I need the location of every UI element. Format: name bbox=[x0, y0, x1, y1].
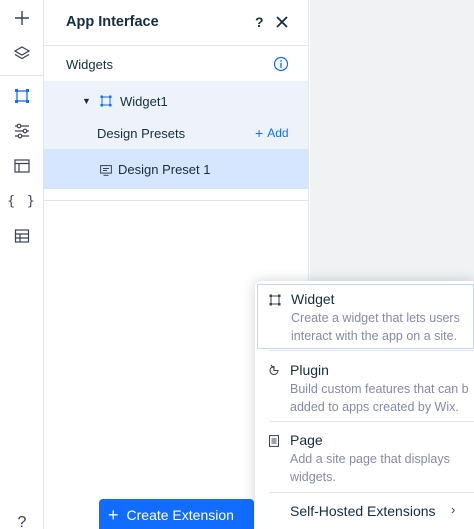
widget-icon bbox=[269, 293, 281, 306]
widget-icon bbox=[100, 94, 112, 107]
info-icon[interactable] bbox=[273, 56, 289, 72]
widgets-section-header: Widgets bbox=[44, 48, 308, 81]
design-preset-1-label: Design Preset 1 bbox=[118, 161, 211, 177]
sliders-icon[interactable] bbox=[0, 113, 44, 149]
menu-item-desc: Create a widget that lets users bbox=[291, 311, 460, 325]
tree-item-design-preset-1[interactable]: Design Preset 1 bbox=[44, 149, 308, 189]
menu-item-page[interactable]: Page Add a site page that displays widge… bbox=[255, 426, 474, 490]
menu-item-desc: interact with the app on a site. bbox=[291, 329, 458, 343]
menu-item-title: Widget bbox=[291, 291, 335, 307]
divider bbox=[269, 492, 474, 493]
design-presets-header: Design Presets + Add bbox=[44, 118, 308, 148]
page-icon bbox=[268, 434, 280, 447]
preset-icon bbox=[100, 163, 112, 176]
menu-item-title: Self-Hosted Extensions bbox=[290, 503, 436, 519]
create-extension-menu: Widget Create a widget that lets users i… bbox=[255, 281, 474, 529]
help-icon[interactable]: ? bbox=[0, 505, 44, 529]
divider bbox=[269, 350, 474, 351]
caret-down-icon[interactable]: ▼ bbox=[82, 96, 91, 106]
widget-crop-icon[interactable] bbox=[0, 78, 44, 114]
plus-icon: + bbox=[255, 125, 264, 141]
menu-item-plugin[interactable]: Plugin Build custom features that can b … bbox=[255, 354, 474, 420]
menu-item-widget[interactable]: Widget Create a widget that lets users i… bbox=[257, 284, 474, 349]
plugin-icon bbox=[268, 363, 280, 376]
menu-item-desc: added to apps created by Wix. bbox=[290, 400, 459, 414]
left-toolbar: { } ? bbox=[0, 0, 44, 529]
close-icon[interactable] bbox=[275, 15, 289, 29]
widgets-label: Widgets bbox=[66, 57, 113, 72]
plus-icon[interactable] bbox=[0, 0, 44, 36]
create-extension-button[interactable]: + Create Extension bbox=[99, 499, 254, 529]
layers-icon[interactable] bbox=[0, 35, 44, 71]
table-icon[interactable] bbox=[0, 218, 44, 254]
plus-icon: + bbox=[108, 505, 119, 525]
panel-title: App Interface bbox=[66, 14, 159, 30]
create-extension-label: Create Extension bbox=[126, 507, 234, 523]
add-label: Add bbox=[267, 126, 289, 140]
menu-item-title: Plugin bbox=[290, 362, 329, 378]
chevron-right-icon: › bbox=[451, 502, 456, 517]
window-icon[interactable] bbox=[0, 148, 44, 184]
menu-item-self-hosted-extensions[interactable]: Self-Hosted Extensions › bbox=[255, 496, 474, 529]
panel-header: App Interface ? bbox=[44, 0, 308, 46]
add-preset-button[interactable]: + Add bbox=[255, 125, 289, 141]
tree-item-widget1[interactable]: ▼ Widget1 bbox=[44, 84, 308, 118]
design-presets-label: Design Presets bbox=[97, 125, 186, 141]
widget1-label: Widget1 bbox=[120, 93, 168, 109]
code-braces-icon[interactable]: { } bbox=[0, 183, 44, 219]
help-button[interactable]: ? bbox=[255, 14, 264, 30]
menu-item-title: Page bbox=[290, 432, 323, 448]
menu-item-desc: Build custom features that can b bbox=[290, 382, 469, 396]
menu-item-desc: Add a site page that displays bbox=[290, 452, 450, 466]
menu-item-desc: widgets. bbox=[290, 470, 336, 484]
divider bbox=[269, 421, 474, 422]
divider bbox=[44, 200, 308, 201]
